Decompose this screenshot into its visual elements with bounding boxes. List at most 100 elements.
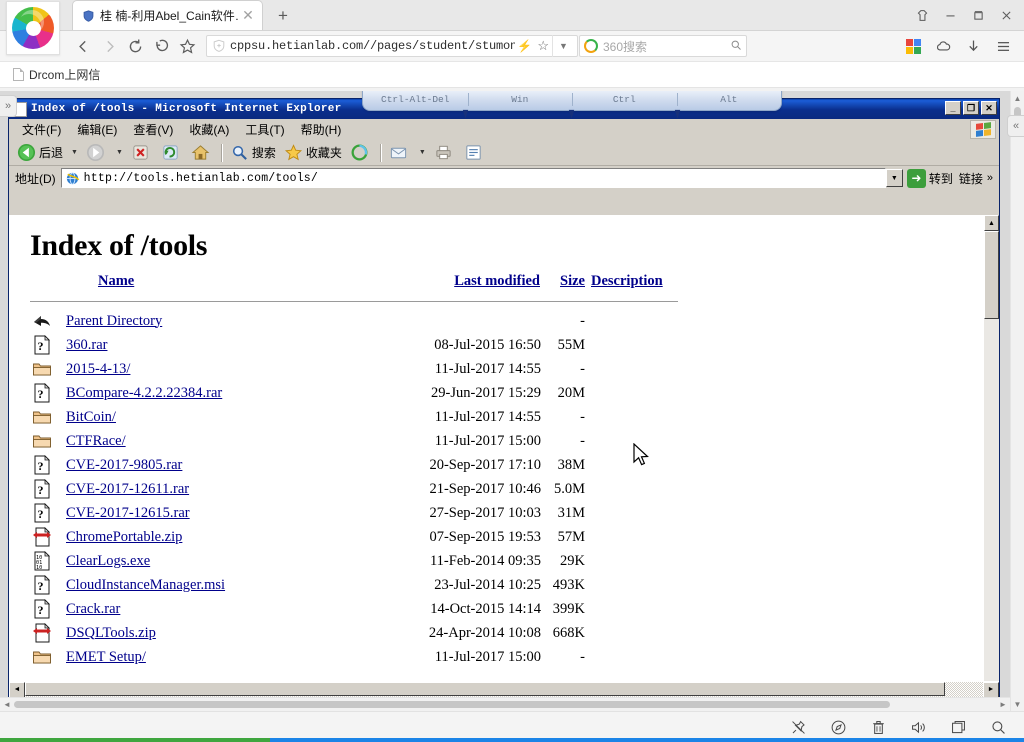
menu-view[interactable]: 查看(V)	[125, 119, 181, 140]
table-row[interactable]: DSQLTools.zip 24-Apr-2014 10:08 668K	[30, 621, 678, 645]
table-row[interactable]: ChromePortable.zip 07-Sep-2015 19:53 57M	[30, 525, 678, 549]
alt-key-button[interactable]: Alt	[676, 93, 782, 106]
file-name-cell[interactable]: DSQLTools.zip	[66, 621, 384, 645]
chevron-down-icon[interactable]: ▼	[415, 149, 430, 156]
add-bookmark-icon[interactable]: ☆	[534, 38, 552, 54]
sort-by-size-link[interactable]: Size	[560, 273, 585, 289]
table-row[interactable]: CTFRace/11-Jul-2017 15:00 -	[30, 429, 678, 453]
trash-icon[interactable]	[860, 715, 896, 739]
search-box[interactable]: 360搜索	[579, 35, 747, 57]
ie-favorites-button[interactable]: 收藏夹	[280, 142, 346, 163]
horizontal-scroll-thumb[interactable]	[25, 681, 945, 696]
ie-print-button[interactable]	[430, 142, 460, 163]
file-name-cell[interactable]: CVE-2017-9805.rar	[66, 453, 384, 477]
links-button[interactable]: 链接 »	[959, 170, 997, 187]
reload-button[interactable]	[122, 33, 148, 59]
remote-collapse-right-handle[interactable]: «	[1007, 115, 1024, 137]
ie-vertical-scrollbar[interactable]: ▲ ▼	[983, 215, 999, 697]
file-name-cell[interactable]: Crack.rar	[66, 597, 384, 621]
scroll-right-button[interactable]: ►	[983, 681, 999, 698]
search-input[interactable]: 360搜索	[603, 38, 730, 55]
menu-favorites[interactable]: 收藏(A)	[181, 119, 237, 140]
file-name-cell[interactable]: CloudInstanceManager.msi	[66, 573, 384, 597]
ie-home-button[interactable]	[187, 142, 217, 163]
table-row[interactable]: ? CloudInstanceManager.msi 23-Jul-2014 10:…	[30, 573, 678, 597]
ctrl-key-button[interactable]: Ctrl	[572, 93, 677, 106]
file-link[interactable]: CVE-2017-12611.rar	[66, 481, 189, 497]
page-scroll-right-button[interactable]: ►	[996, 698, 1010, 711]
table-row[interactable]: Parent Directory -	[30, 309, 678, 333]
sort-by-desc-link[interactable]: Description	[591, 273, 663, 289]
menu-help[interactable]: 帮助(H)	[293, 119, 350, 140]
scroll-up-button[interactable]: ▲	[984, 215, 999, 231]
address-dropdown-button[interactable]: ▼	[885, 169, 903, 187]
ie-refresh-button[interactable]	[157, 142, 187, 163]
file-name-cell[interactable]: BitCoin/	[66, 405, 384, 429]
window-icon[interactable]	[940, 715, 976, 739]
header-description[interactable]: Description	[588, 269, 678, 294]
file-name-cell[interactable]: 360.rar	[66, 333, 384, 357]
ie-forward-button[interactable]	[82, 142, 112, 163]
close-button[interactable]	[992, 1, 1020, 29]
ie-back-button[interactable]: 后退	[13, 142, 67, 163]
file-link[interactable]: CVE-2017-9805.rar	[66, 457, 182, 473]
page-scroll-left-button[interactable]: ◄	[0, 698, 14, 711]
chevron-down-icon[interactable]: ▼	[552, 35, 574, 57]
forward-button[interactable]	[96, 33, 122, 59]
table-row[interactable]: EMET Setup/11-Jul-2017 15:00 -	[30, 645, 678, 669]
new-tab-button[interactable]: +	[268, 2, 298, 30]
file-name-cell[interactable]: 2015-4-13/	[66, 357, 384, 381]
chevron-down-icon[interactable]: ▼	[67, 149, 82, 156]
table-row[interactable]: 10 01 10 ClearLogs.exe 11-Feb-2014 09:35 29K	[30, 549, 678, 573]
browser-tab[interactable]: 桂 楠-利用Abel_Cain软件… ✕	[72, 0, 263, 30]
address-bar[interactable]: cppsu.hetianlab.com//pages/student/stumo…	[206, 35, 578, 57]
ie-close-button[interactable]: ✕	[981, 101, 997, 115]
file-name-cell[interactable]: ClearLogs.exe	[66, 549, 384, 573]
sort-by-date-link[interactable]: Last modified	[454, 273, 540, 289]
ie-horizontal-scrollbar[interactable]: ◄ ►	[9, 681, 999, 698]
file-link[interactable]: Parent Directory	[66, 313, 162, 329]
ie-minimize-button[interactable]: _	[945, 101, 961, 115]
file-link[interactable]: CVE-2017-12615.rar	[66, 505, 190, 521]
table-row[interactable]: ? CVE-2017-12615.rar 27-Sep-2017 10:03 31M	[30, 501, 678, 525]
menu-file[interactable]: 文件(F)	[14, 119, 69, 140]
ie-address-input[interactable]: http://tools.hetianlab.com/tools/	[60, 168, 886, 188]
page-scroll-up-button[interactable]: ▲	[1011, 91, 1024, 105]
file-name-cell[interactable]: ChromePortable.zip	[66, 525, 384, 549]
file-link[interactable]: CloudInstanceManager.msi	[66, 577, 225, 593]
ie-history-button[interactable]	[346, 142, 376, 163]
file-link[interactable]: CTFRace/	[66, 433, 126, 449]
file-link[interactable]: Crack.rar	[66, 601, 120, 617]
table-row[interactable]: BitCoin/11-Jul-2017 14:55 -	[30, 405, 678, 429]
menu-icon[interactable]	[988, 33, 1018, 59]
win-key-button[interactable]: Win	[467, 93, 573, 106]
table-row[interactable]: ? CVE-2017-9805.rar 20-Sep-2017 17:10 38M	[30, 453, 678, 477]
scroll-left-button[interactable]: ◄	[9, 681, 25, 698]
file-link[interactable]: EMET Setup/	[66, 649, 146, 665]
lightning-icon[interactable]: ⚡	[515, 39, 534, 53]
page-horizontal-scrollbar[interactable]: ◄ ►	[0, 697, 1010, 711]
ie-edit-button[interactable]	[460, 142, 490, 163]
file-link[interactable]: BCompare-4.2.2.22384.rar	[66, 385, 222, 401]
menu-edit[interactable]: 编辑(E)	[69, 119, 125, 140]
file-link[interactable]: DSQLTools.zip	[66, 625, 156, 641]
chevron-down-icon[interactable]: ▼	[112, 149, 127, 156]
ie-search-button[interactable]: 搜索	[226, 142, 280, 163]
file-name-cell[interactable]: CVE-2017-12611.rar	[66, 477, 384, 501]
header-size[interactable]: Size	[544, 269, 588, 294]
page-scroll-down-button[interactable]: ▼	[1011, 697, 1024, 711]
vertical-scroll-track[interactable]	[984, 319, 999, 681]
go-button[interactable]: ➜ 转到	[905, 168, 959, 188]
download-icon[interactable]	[958, 33, 988, 59]
table-row[interactable]: ? CVE-2017-12611.rar 21-Sep-2017 10:46 5.0M	[30, 477, 678, 501]
menu-tools[interactable]: 工具(T)	[237, 119, 292, 140]
table-row[interactable]: ? BCompare-4.2.2.22384.rar 29-Jun-2017 15:…	[30, 381, 678, 405]
skin-button[interactable]	[908, 1, 936, 29]
ie-stop-button[interactable]	[127, 142, 157, 163]
search-icon[interactable]	[980, 715, 1016, 739]
sort-by-name-link[interactable]: Name	[98, 273, 134, 289]
file-name-cell[interactable]: CVE-2017-12615.rar	[66, 501, 384, 525]
bookmark-item[interactable]: Drcom上网信	[8, 64, 105, 85]
ie-mail-button[interactable]	[385, 142, 415, 163]
maximize-button[interactable]	[964, 1, 992, 29]
